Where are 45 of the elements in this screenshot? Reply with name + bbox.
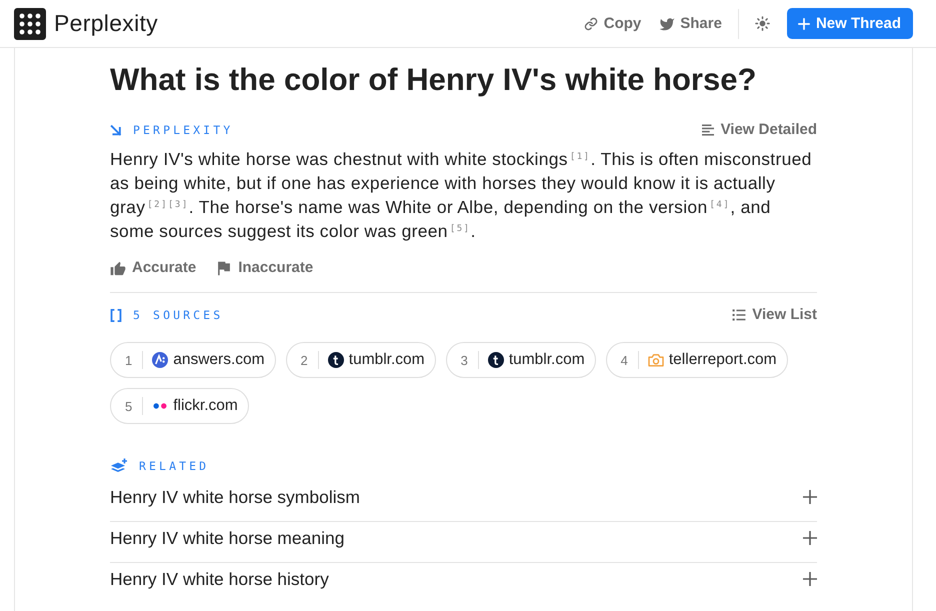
source-number: 3 — [460, 352, 468, 368]
arrow-icon — [110, 124, 122, 136]
brand-name: Perplexity — [54, 10, 158, 37]
source-chip[interactable]: 3 tumblr.com — [446, 342, 596, 378]
link-icon — [582, 16, 599, 30]
site-logo-icon — [152, 352, 168, 368]
text-lines-icon — [700, 124, 715, 136]
question-title: What is the color of Henry IV's white horse? — [110, 61, 758, 99]
feedback-button[interactable]: Inaccurate — [216, 258, 314, 278]
source-number: 4 — [620, 352, 628, 368]
list-icon — [732, 309, 746, 321]
view-list-button[interactable]: View List — [732, 305, 817, 325]
plus-icon — [798, 18, 810, 30]
related-question[interactable]: Henry IV white horse meaning — [110, 521, 817, 562]
grid-logo-icon[interactable] — [14, 8, 46, 40]
site-logo-icon — [488, 352, 504, 368]
source-number: 2 — [300, 352, 308, 368]
related-question[interactable]: Henry IV white horse history — [110, 562, 817, 603]
brackets-icon — [110, 308, 122, 322]
view-detailed-button[interactable]: View Detailed — [700, 120, 817, 140]
source-chip[interactable]: 1 answers.com — [110, 342, 276, 378]
site-logo-icon — [328, 352, 344, 368]
sun-icon[interactable] — [754, 16, 770, 31]
answer-text: Henry IV's white horse was chestnut with white stockings$^{[1]}$. This is often misconstrued as being white, but if one has experience with horses they would know it is actually gray$^{[2][3]}$. The horse's name was White or Albe, depending on the version$^{[4]}$, and some sources suggest its color was green$^{[5]}$. — [110, 148, 813, 243]
plus-icon — [803, 490, 817, 504]
new-thread-button[interactable]: New Thread — [786, 8, 913, 39]
section-label: 5 SOURCES — [133, 308, 224, 322]
section-label: RELATED — [139, 459, 210, 473]
thumbs-up-icon — [110, 260, 126, 276]
source-chip[interactable]: 5 flickr.com — [110, 388, 249, 424]
plus-icon — [803, 572, 817, 586]
camera-icon — [648, 352, 664, 368]
source-chip[interactable]: 2 tumblr.com — [286, 342, 436, 378]
bird-icon — [659, 16, 676, 30]
feedback-button[interactable]: Accurate — [110, 258, 196, 278]
related-question[interactable]: Henry IV white horse symbolism — [110, 481, 817, 521]
section-label: PERPLEXITY — [133, 123, 234, 137]
source-chip[interactable]: 4 tellerreport.com — [606, 342, 788, 378]
share-button[interactable]: Share — [659, 14, 722, 34]
source-number: 5 — [125, 398, 132, 414]
source-number: 1 — [125, 352, 132, 368]
plus-icon — [803, 531, 817, 545]
copy-button[interactable]: Copy — [582, 14, 642, 34]
layers-icon — [110, 458, 128, 474]
flag-icon — [216, 260, 232, 276]
